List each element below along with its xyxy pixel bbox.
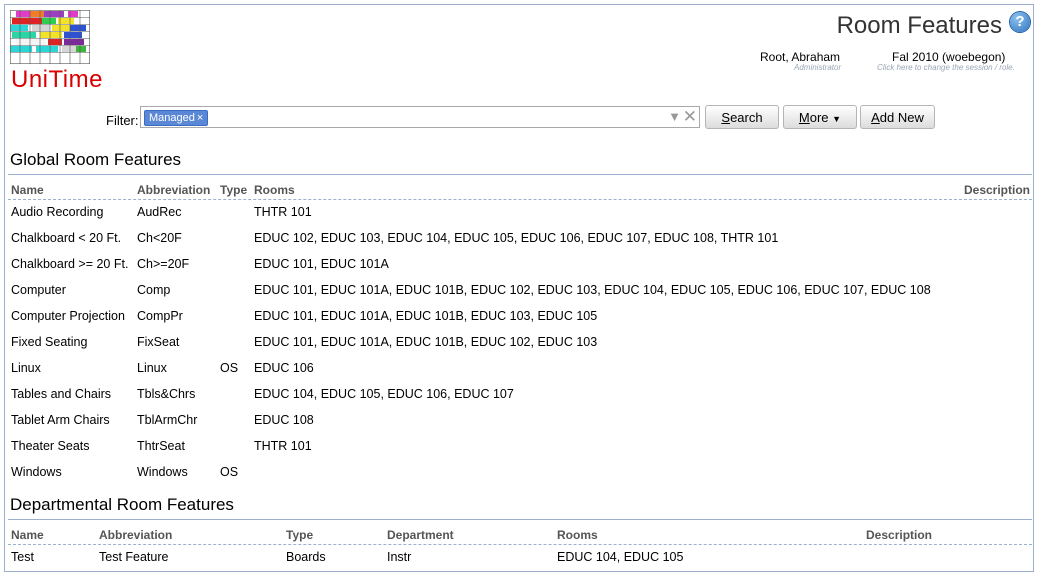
chip-close-icon[interactable]: × <box>197 112 203 124</box>
cell-abbr: ThtrSeat <box>137 439 185 453</box>
cell-rooms: EDUC 108 <box>254 413 314 427</box>
session-name[interactable]: Fal 2010 (woebegon) <box>892 50 1005 64</box>
cell-rooms: EDUC 102, EDUC 103, EDUC 104, EDUC 105, … <box>254 231 779 245</box>
add-accesskey: A <box>871 110 880 125</box>
cell-type: OS <box>220 465 239 479</box>
departmental-section-divider <box>8 519 1032 520</box>
search-accesskey: S <box>721 110 731 125</box>
dept-header-rooms[interactable]: Rooms <box>557 528 598 542</box>
cell-abbr: Tbls&Chrs <box>137 387 196 401</box>
cell-abbr: Test Feature <box>99 550 169 564</box>
cell-type: OS <box>220 361 239 375</box>
cell-abbr: CompPr <box>137 309 183 323</box>
cell-abbr: AudRec <box>137 205 182 219</box>
cell-name: Computer <box>11 283 66 297</box>
cell-abbr: Ch<20F <box>137 231 182 245</box>
dept-header-department[interactable]: Department <box>387 528 454 542</box>
cell-abbr: Windows <box>137 465 188 479</box>
global-section-title: Global Room Features <box>10 150 182 169</box>
user-name[interactable]: Root, Abraham <box>760 50 840 64</box>
dept-header-divider <box>8 544 1032 545</box>
timetable-grid-icon <box>10 10 90 64</box>
global-header-name[interactable]: Name <box>11 183 44 197</box>
dept-header-abbreviation[interactable]: Abbreviation <box>99 528 172 542</box>
search-button[interactable]: Search <box>705 105 779 129</box>
cell-abbr: Ch>=20F <box>137 257 190 271</box>
page-title: Room Features <box>836 12 1002 39</box>
cell-rooms: EDUC 104, EDUC 105, EDUC 106, EDUC 107 <box>254 387 514 401</box>
global-header-abbreviation[interactable]: Abbreviation <box>137 183 210 197</box>
global-section-divider <box>8 174 1032 175</box>
unitime-logo[interactable]: UniTime <box>10 10 102 93</box>
cell-rooms: EDUC 101, EDUC 101A <box>254 257 389 271</box>
cell-rooms: EDUC 101, EDUC 101A, EDUC 101B, EDUC 103… <box>254 309 598 323</box>
cell-rooms: EDUC 104, EDUC 105 <box>557 550 684 564</box>
cell-name: Chalkboard < 20 Ft. <box>11 231 122 245</box>
more-accesskey: M <box>798 110 810 125</box>
cell-name: Tables and Chairs <box>11 387 112 401</box>
global-header-description[interactable]: Description <box>964 183 1030 197</box>
add-new-button-label: dd New <box>879 110 924 125</box>
filter-chip-label: Managed <box>149 112 195 124</box>
filter-chip-managed[interactable]: Managed × <box>144 110 209 126</box>
cell-rooms: THTR 101 <box>254 439 312 453</box>
global-header-type[interactable]: Type <box>220 183 247 197</box>
cell-abbr: TblArmChr <box>137 413 198 427</box>
cell-rooms: EDUC 101, EDUC 101A, EDUC 101B, EDUC 102… <box>254 335 598 349</box>
help-icon[interactable]: ? <box>1010 12 1030 32</box>
cell-name: Windows <box>11 465 62 479</box>
session-change-hint[interactable]: Click here to change the session / role. <box>877 63 1015 72</box>
cell-name: Test <box>11 550 34 564</box>
more-button-label: ore <box>809 110 829 125</box>
global-header-rooms[interactable]: Rooms <box>254 183 295 197</box>
filter-input[interactable]: Managed × ▼ ✕ <box>140 106 700 128</box>
bottom-divider <box>8 571 1032 572</box>
dept-header-type[interactable]: Type <box>286 528 313 542</box>
global-header-divider <box>8 199 1032 200</box>
cell-rooms: EDUC 101, EDUC 101A, EDUC 101B, EDUC 102… <box>254 283 931 297</box>
search-button-label: earch <box>730 110 763 125</box>
filter-dropdown-icon[interactable]: ▼ <box>668 109 681 124</box>
cell-rooms: THTR 101 <box>254 205 312 219</box>
dept-header-name[interactable]: Name <box>11 528 44 542</box>
cell-name: Computer Projection <box>11 309 125 323</box>
cell-name: Tablet Arm Chairs <box>11 413 110 427</box>
cell-abbr: FixSeat <box>137 335 180 349</box>
user-role: Administrator <box>794 63 842 72</box>
cell-rooms: EDUC 106 <box>254 361 314 375</box>
cell-type: Boards <box>286 550 326 564</box>
cell-name: Linux <box>11 361 41 375</box>
more-button[interactable]: More ▼ <box>783 105 857 129</box>
logo-wordmark: UniTime <box>11 66 103 93</box>
dept-header-description[interactable]: Description <box>866 528 932 542</box>
cell-name: Chalkboard >= 20 Ft. <box>11 257 129 271</box>
cell-name: Audio Recording <box>11 205 104 219</box>
cell-abbr: Linux <box>137 361 167 375</box>
dropdown-arrow-icon: ▼ <box>832 114 842 124</box>
cell-department: Instr <box>387 550 412 564</box>
filter-label: Filter: <box>106 113 139 128</box>
departmental-section-title: Departmental Room Features <box>10 495 234 514</box>
cell-name: Fixed Seating <box>11 335 88 349</box>
cell-abbr: Comp <box>137 283 171 297</box>
cell-name: Theater Seats <box>11 439 90 453</box>
filter-clear-icon[interactable]: ✕ <box>683 107 697 127</box>
add-new-button[interactable]: Add New <box>860 105 935 129</box>
